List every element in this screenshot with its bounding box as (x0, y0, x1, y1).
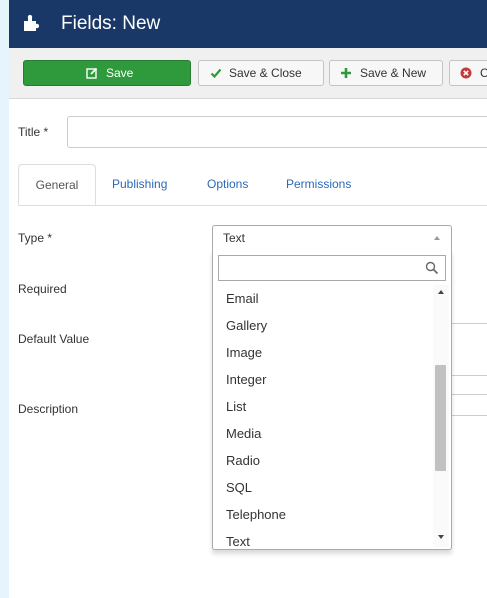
tab-bar: General Publishing Options Permissions (18, 164, 487, 206)
cancel-label: Ca (480, 61, 487, 85)
type-option-radio[interactable]: Radio (226, 447, 260, 474)
title-input[interactable] (67, 116, 487, 148)
cancel-icon (460, 67, 472, 79)
page-header: Fields: New (9, 0, 487, 48)
title-label: Title * (18, 125, 49, 139)
edit-icon (86, 67, 98, 79)
plus-icon (341, 68, 351, 78)
tab-permissions[interactable]: Permissions (286, 164, 351, 205)
type-option-list[interactable]: List (226, 393, 246, 420)
type-option-sql[interactable]: SQL (226, 474, 252, 501)
type-option-text[interactable]: Text (226, 528, 250, 549)
chevron-up-icon (434, 236, 440, 240)
search-icon (425, 261, 439, 275)
required-label: Required (18, 282, 67, 296)
type-option-telephone[interactable]: Telephone (226, 501, 286, 528)
type-select-value: Text (223, 231, 246, 245)
save-close-button[interactable]: Save & Close (198, 60, 324, 86)
type-label: Type * (18, 231, 53, 245)
page-title: Fields: New (61, 13, 161, 34)
left-strip (0, 0, 9, 598)
save-close-label: Save & Close (229, 66, 302, 80)
type-option-media[interactable]: Media (226, 420, 261, 447)
puzzle-icon (24, 14, 40, 32)
cancel-button[interactable]: Ca (449, 60, 487, 86)
scroll-up-arrow-icon[interactable] (437, 288, 445, 296)
save-new-label: Save & New (360, 66, 427, 80)
type-option-integer[interactable]: Integer (226, 366, 266, 393)
dropdown-scrollbar[interactable] (433, 285, 449, 547)
description-label: Description (18, 402, 79, 416)
tab-general[interactable]: General (18, 164, 96, 205)
toolbar: Save Save & Close Save & New Ca (9, 48, 487, 99)
save-new-button[interactable]: Save & New (329, 60, 443, 86)
type-option-email[interactable]: Email (226, 285, 259, 312)
type-select[interactable]: Text (212, 225, 452, 251)
save-button[interactable]: Save (23, 60, 191, 86)
type-option-image[interactable]: Image (226, 339, 262, 366)
scroll-down-arrow-icon[interactable] (437, 533, 445, 541)
type-dropdown: Email Gallery Image Integer List Media R… (212, 250, 452, 550)
type-options-list: Email Gallery Image Integer List Media R… (213, 285, 433, 549)
type-search-input[interactable] (218, 255, 446, 281)
check-icon (210, 68, 222, 79)
default-value-label: Default Value (18, 332, 90, 346)
type-option-gallery[interactable]: Gallery (226, 312, 267, 339)
scrollbar-thumb[interactable] (435, 365, 446, 471)
tab-publishing[interactable]: Publishing (112, 164, 167, 205)
save-button-label: Save (106, 66, 134, 80)
tab-options[interactable]: Options (207, 164, 248, 205)
